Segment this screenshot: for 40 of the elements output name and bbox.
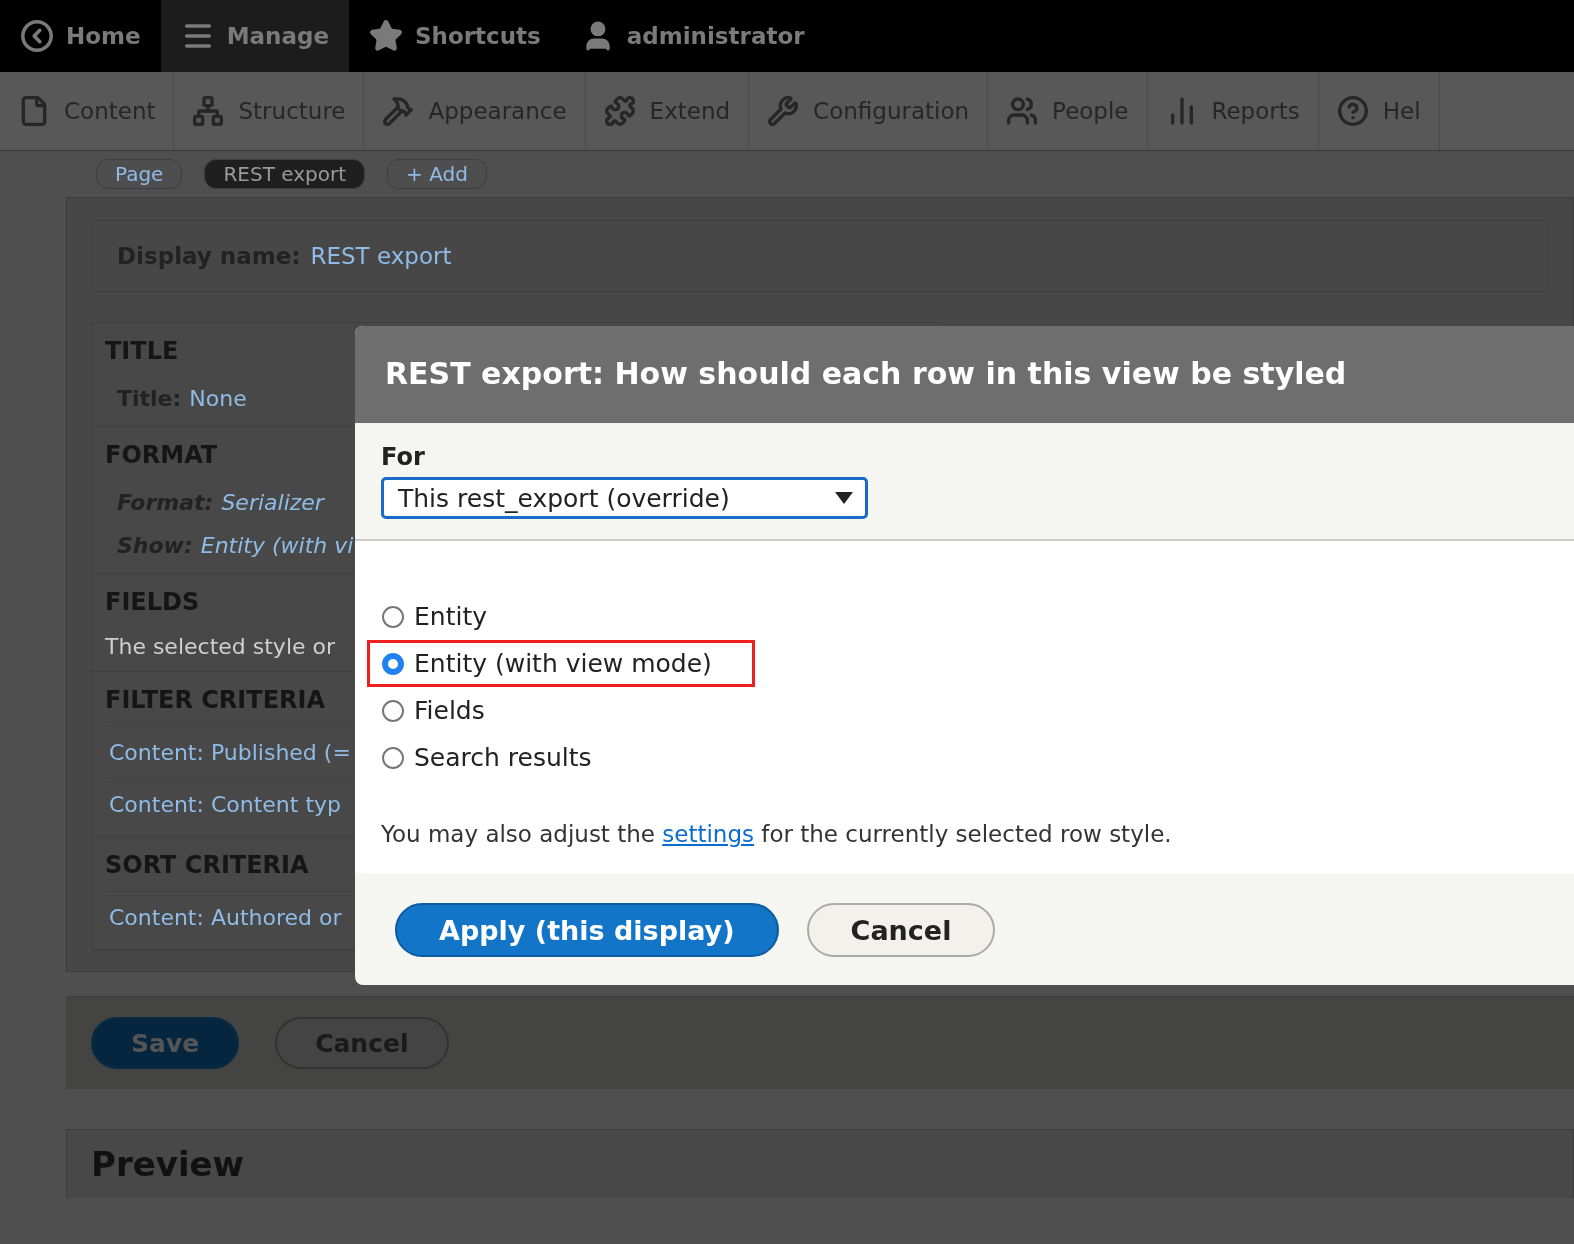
help-icon: [1336, 95, 1369, 127]
toolbar-item[interactable]: Manage: [160, 0, 349, 72]
preview-title: Preview: [91, 1144, 246, 1184]
criteria-link[interactable]: Content: Published (=: [109, 740, 351, 765]
dialog-title: REST export: How should each row in this view be styled: [355, 326, 1574, 423]
star-icon: [369, 19, 403, 53]
toolbar-item[interactable]: administrator: [560, 0, 825, 72]
display-tab[interactable]: REST export: [204, 159, 365, 189]
cancel-button[interactable]: Cancel: [806, 903, 996, 957]
for-select[interactable]: This rest_export (override): [381, 477, 868, 519]
criteria-link[interactable]: Content: Authored or: [109, 905, 342, 930]
radio-option[interactable]: Search results: [367, 734, 635, 781]
wrench-icon: [767, 95, 800, 127]
puzzle-icon: [603, 95, 636, 127]
toolbar-item[interactable]: Shortcuts: [349, 0, 561, 72]
radio-button[interactable]: [382, 605, 404, 628]
radio-button[interactable]: [382, 699, 404, 722]
criteria-link[interactable]: Content: Content typ: [109, 792, 341, 817]
for-label: For: [381, 443, 426, 471]
radio-button[interactable]: [382, 652, 404, 675]
help-text: You may also adjust the settings for the currently selected row style.: [381, 821, 1173, 847]
display-name-link[interactable]: REST export: [310, 243, 452, 269]
setting-link[interactable]: None: [189, 386, 247, 411]
display-tab[interactable]: Page: [96, 159, 183, 189]
apply-button[interactable]: Apply (this display): [395, 903, 779, 957]
back-icon: [20, 19, 54, 53]
radio-option[interactable]: Entity (with view mode): [367, 640, 755, 687]
settings-link[interactable]: settings: [662, 821, 754, 847]
hierarchy-icon: [192, 95, 225, 127]
radio-option[interactable]: Entity: [367, 593, 530, 640]
setting-link[interactable]: Entity (with vi: [200, 533, 354, 558]
display-tab[interactable]: + Add: [387, 159, 487, 189]
dropdown-arrow-icon: [835, 492, 853, 504]
people-icon: [1006, 95, 1039, 127]
radio-option[interactable]: Fields: [367, 687, 528, 734]
setting-link[interactable]: Serializer: [221, 490, 324, 515]
hammer-icon: [382, 95, 415, 127]
radio-button[interactable]: [382, 746, 404, 769]
section-note: The selected style or: [105, 633, 336, 661]
toolbar-item[interactable]: Home: [0, 0, 161, 72]
